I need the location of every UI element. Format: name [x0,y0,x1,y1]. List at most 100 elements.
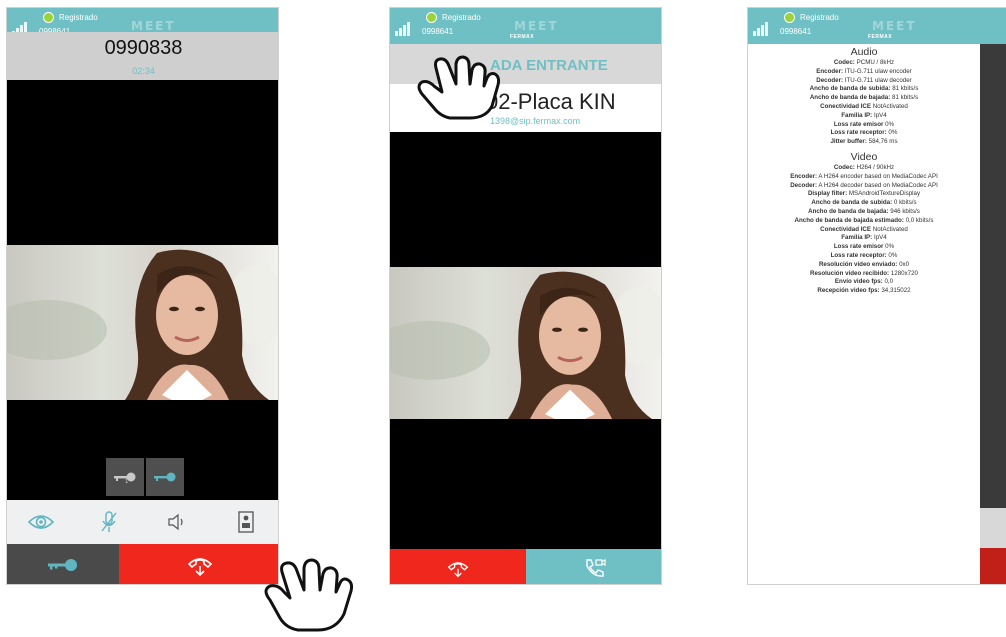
stats-value: 0% [888,129,898,137]
video-title: Video [850,150,878,163]
audio-stats-list: Codec: PCMU / 8kHz Encoder: ITU-G.711 ula… [748,59,980,147]
stats-key: Resolución video enviado: [818,260,898,268]
stats-value: 0x0 [899,260,910,268]
stats-key: Ancho de banda de bajada: [809,94,891,102]
hangup-icon [447,561,469,577]
call-statistics-screen: Registrado 0998641 MEET FERMAX Audio Cod… [747,7,1006,585]
stats-row: Resolución video enviado: 0x0 [748,261,980,270]
video-feed [390,267,661,419]
audio-title: Audio [850,46,878,58]
registered-label: Registrado [800,13,839,22]
stats-key: Resolución video recibido: [810,269,890,277]
stats-row: Display filter: MSAndroidTextureDisplay [748,190,980,199]
accept-video-call-button[interactable] [526,549,661,584]
stats-value: 81 kbits/s [892,94,919,102]
stats-value: A H264 encoder based on MediaCodec API [818,172,938,180]
brand-logo: MEET [872,19,917,33]
stats-value: NotActivated [872,225,908,233]
eye-button[interactable] [7,500,75,544]
stats-key: Recepción video fps: [817,287,880,295]
stats-row: Loss rate emisor 0% [748,121,980,130]
stats-row: Ancho de banda de subida: 81 kbits/s [748,85,980,94]
stats-value: ITU-G.711 ulaw encoder [844,67,912,75]
stats-key: Ancho de banda de bajada: [808,207,889,215]
key-2-icon [154,472,176,482]
visitor-face-image [7,249,278,400]
stats-row: Envío video fps: 0,0 [748,278,980,287]
reject-call-button[interactable] [390,549,526,584]
intercom-button[interactable] [211,500,278,544]
stats-value: 584,76 ms [868,138,898,146]
key-1-button[interactable]: 1 [106,458,144,496]
stats-row: Encoder: ITU-G.711 ulaw encoder [748,68,980,77]
registered-label: Registrado [59,13,98,22]
stats-row: Familia IP: IpV4 [748,112,980,121]
stats-row: Ancho de banda de bajada estimado: 0,0 k… [748,217,980,226]
stats-value: ITU-G.711 ulaw decoder [844,76,912,84]
stats-value: 34,315022 [881,287,911,295]
stats-key: Loss rate receptor: [830,129,887,137]
stats-row: Resolución video recibido: 1280x720 [748,270,980,279]
stats-value: IpV4 [873,111,887,119]
stats-value: H264 / 90kHz [856,163,895,171]
stats-content: Audio Codec: PCMU / 8kHz Encoder: ITU-G.7… [748,44,980,296]
right-backdrop-red [980,548,1006,584]
registered-dot-icon [426,12,437,23]
signal-icon [753,22,769,36]
brand-sub-logo: FERMAX [868,34,893,40]
speaker-icon [168,514,183,530]
stats-value: 0 kbits/s [893,199,917,207]
brand-logo: MEET [514,19,559,33]
stats-value: PCMU / 8kHz [856,59,895,66]
hangup-icon [187,558,212,577]
open-door-button[interactable] [7,544,119,584]
stats-key: Familia IP: [841,234,873,242]
hand-pointer-icon [264,558,354,632]
stats-key: Decoder: [790,181,818,189]
mute-mic-icon [101,511,117,532]
speaker-button[interactable] [143,500,211,544]
video-feed [7,245,278,400]
stats-row: Loss rate emisor 0% [748,243,980,252]
key-2-button[interactable] [146,458,184,496]
call-screen-active: Registrado 0998641 MEET 0990838 02:34 1 [6,7,279,585]
video-area-top [7,80,278,245]
stats-row: Ancho de banda de bajada: 81 kbits/s [748,94,980,103]
account-number: 0998641 [780,27,812,36]
stats-key: Familia IP: [841,111,873,119]
stats-key: Codec: [833,59,855,66]
key-1-icon: 1 [114,472,136,483]
stats-key: Codec: [833,163,855,171]
stats-key: Encoder: [816,67,844,75]
stats-key: Ancho de banda de bajada estimado: [794,216,904,224]
stats-row: Ancho de banda de subida: 0 kbits/s [748,199,980,208]
right-backdrop-panel [980,508,1006,548]
stats-value: NotActivated [872,102,908,110]
right-backdrop [980,44,1006,584]
stats-key: Encoder: [790,172,818,180]
stats-key: Conectividad ICE [820,225,872,233]
key-icon [48,559,77,571]
stats-value: 81 kbits/s [892,85,919,93]
account-number: 0998641 [422,27,454,36]
stats-value: A H264 decoder based on MediaCodec API [818,181,938,189]
stats-value: 0% [888,251,898,259]
signal-icon [395,22,411,36]
stats-key: Loss rate receptor: [830,251,887,259]
stats-value: 0,0 [884,278,894,286]
stats-row: Loss rate receptor: 0% [748,129,980,138]
accept-video-icon [585,558,606,577]
stats-row: Codec: H264 / 90kHz [748,164,980,173]
video-area-bottom [390,419,661,549]
stats-key: Ancho de banda de subida: [811,199,893,207]
stats-value: MSAndroidTextureDisplay [848,190,921,198]
registered-label: Registrado [442,13,481,22]
visitor-face-image [390,271,661,419]
stats-row: Decoder: ITU-G.711 ulaw decoder [748,77,980,86]
mute-button[interactable] [75,500,143,544]
bottom-actions [7,544,278,584]
brand-sub-logo: FERMAX [510,34,535,40]
stats-key: Conectividad ICE [820,102,872,110]
stats-row: Loss rate receptor: 0% [748,252,980,261]
stats-value: 0% [885,243,895,251]
